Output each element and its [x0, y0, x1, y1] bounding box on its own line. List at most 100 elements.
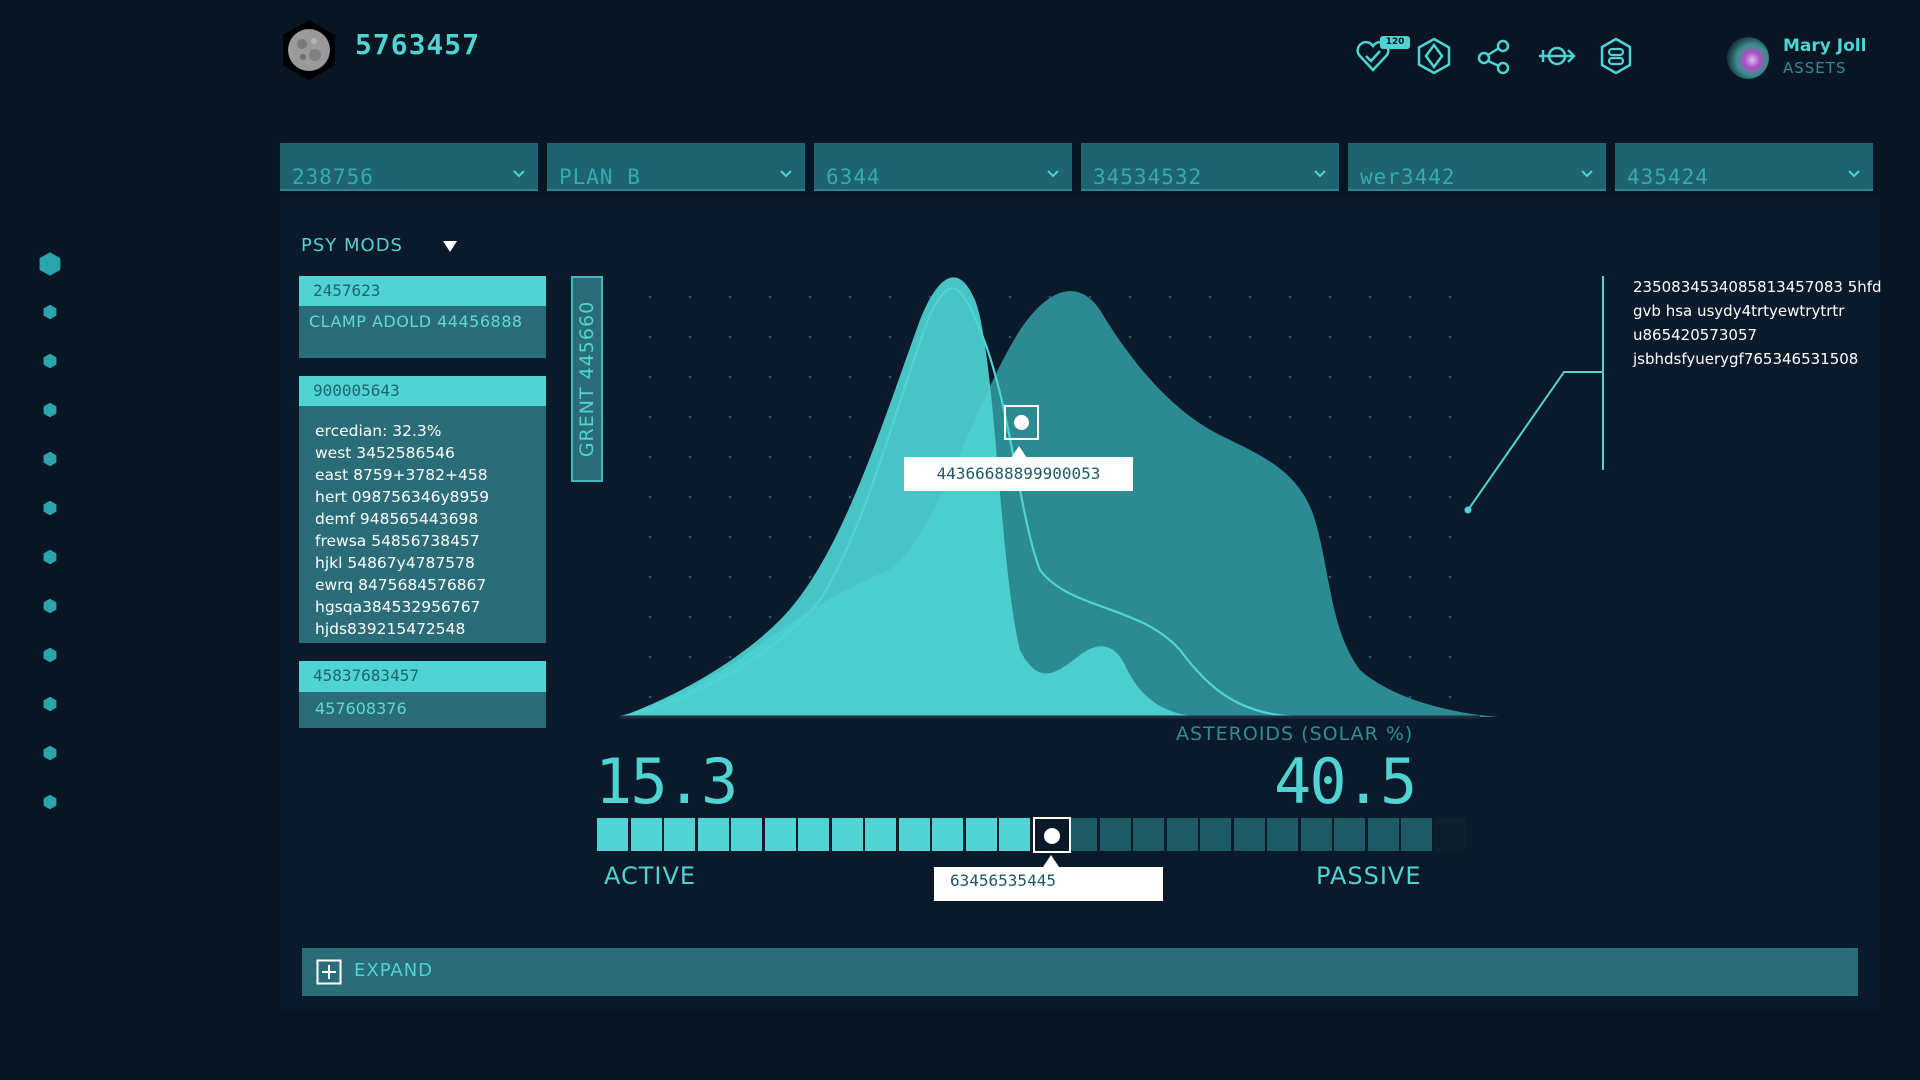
- stat-line: ewrq 8475684576867: [315, 576, 487, 594]
- slider-segment: [1133, 818, 1164, 851]
- mods-dropdown-label[interactable]: PSY MODS: [301, 235, 403, 256]
- stat-line: hert 098756346y8959: [315, 488, 490, 506]
- triangle-down-icon[interactable]: [442, 240, 458, 253]
- grid-dot: [1288, 375, 1292, 379]
- grid-dot: [808, 535, 812, 539]
- sidebar-item-5[interactable]: [42, 451, 58, 467]
- grid-dot: [688, 415, 692, 419]
- hexagon-icon: [39, 252, 61, 276]
- sidebar-item-10[interactable]: [42, 696, 58, 712]
- chart-point-marker[interactable]: [1004, 405, 1039, 440]
- range-slider-track[interactable]: [597, 818, 1467, 851]
- chevron-down-icon: [780, 170, 792, 178]
- stat-line: demf 948565443698: [315, 510, 479, 528]
- grid-dot: [768, 535, 772, 539]
- mod-card-1-header[interactable]: 2457623: [299, 276, 546, 306]
- grid-dot: [688, 575, 692, 579]
- grid-dot: [1328, 575, 1332, 579]
- filter-dropdown-2[interactable]: PLAN B: [547, 143, 805, 191]
- grid-dot: [648, 375, 652, 379]
- grid-dot: [728, 335, 732, 339]
- distribution-chart: [619, 277, 1500, 719]
- grid-dot: [888, 375, 892, 379]
- slider-tooltip: 63456535445: [934, 867, 1163, 901]
- grid-dot: [808, 415, 812, 419]
- grid-dot: [1408, 695, 1412, 699]
- hexagon-icon: [43, 402, 57, 418]
- slider-segment: [597, 818, 628, 851]
- grid-dot: [1448, 455, 1452, 459]
- grid-dot: [1288, 455, 1292, 459]
- grid-dot: [688, 375, 692, 379]
- grid-dot: [768, 615, 772, 619]
- expand-button[interactable]: EXPAND: [302, 948, 1858, 996]
- mod-card-3-body: 457608376: [299, 692, 546, 728]
- grid-dot: [648, 495, 652, 499]
- grid-dot: [1168, 375, 1172, 379]
- grid-dot: [728, 535, 732, 539]
- grid-dot: [1448, 495, 1452, 499]
- sidebar-item-11[interactable]: [42, 745, 58, 761]
- info-line: gvb hsa usydy4trtyewtrytrtr: [1633, 302, 1845, 320]
- grid-dot: [1408, 575, 1412, 579]
- mod-card-2-header[interactable]: 900005643: [299, 376, 546, 406]
- grid-dot: [768, 415, 772, 419]
- sidebar-item-6[interactable]: [42, 500, 58, 516]
- grid-dot: [1128, 295, 1132, 299]
- slider-segment: [764, 818, 796, 851]
- grid-dot: [1128, 335, 1132, 339]
- sidebar-item-9[interactable]: [42, 647, 58, 663]
- filter-value: 34534532: [1093, 165, 1203, 189]
- right-value: 40.5: [1274, 745, 1417, 818]
- arrow-target-icon[interactable]: [1537, 36, 1577, 76]
- grid-dot: [648, 535, 652, 539]
- notification-badge: 120: [1380, 36, 1410, 49]
- sidebar-item-1[interactable]: [37, 251, 63, 277]
- grid-dot: [648, 695, 652, 699]
- sidebar-item-12[interactable]: [42, 794, 58, 810]
- hexagon-icon: [43, 794, 57, 810]
- grid-dot: [1208, 335, 1212, 339]
- grid-dot: [1448, 335, 1452, 339]
- vertical-tag[interactable]: GRENT 445660: [571, 276, 603, 482]
- grid-dot: [1328, 455, 1332, 459]
- shield-icon[interactable]: [1596, 36, 1636, 76]
- sidebar-item-2[interactable]: [42, 304, 58, 320]
- grid-dot: [648, 655, 652, 659]
- grid-dot: [888, 295, 892, 299]
- grid-dot: [1448, 295, 1452, 299]
- avatar[interactable]: [1727, 37, 1769, 79]
- slider-segment: [1233, 818, 1265, 851]
- hexagon-diamond-icon[interactable]: [1414, 36, 1454, 76]
- grid-dot: [728, 295, 732, 299]
- slider-segment: [630, 818, 662, 851]
- range-slider-handle[interactable]: [1033, 817, 1071, 853]
- active-label: ACTIVE: [604, 862, 697, 890]
- mod-card-3-header[interactable]: 45837683457: [299, 661, 546, 692]
- filter-dropdown-1[interactable]: 238756: [280, 143, 538, 191]
- filter-dropdown-6[interactable]: 435424: [1615, 143, 1873, 191]
- grid-dot: [1368, 415, 1372, 419]
- slider-segment: [932, 818, 963, 851]
- grid-dot: [1448, 535, 1452, 539]
- filter-dropdown-4[interactable]: 34534532: [1081, 143, 1339, 191]
- grid-dot: [1408, 455, 1412, 459]
- grid-dot: [688, 495, 692, 499]
- filter-dropdown-3[interactable]: 6344: [814, 143, 1072, 191]
- grid-dot: [1328, 415, 1332, 419]
- grid-dot: [1328, 335, 1332, 339]
- user-name[interactable]: Mary Joll: [1783, 36, 1866, 56]
- share-icon[interactable]: [1474, 36, 1514, 76]
- sidebar-item-8[interactable]: [42, 598, 58, 614]
- slider-segment: [664, 818, 695, 851]
- sidebar-item-4[interactable]: [42, 402, 58, 418]
- chevron-down-icon: [513, 170, 525, 178]
- grid-dot: [1368, 295, 1372, 299]
- sidebar-item-7[interactable]: [42, 549, 58, 565]
- sidebar-item-3[interactable]: [42, 353, 58, 369]
- filter-value: 238756: [292, 165, 374, 189]
- filter-dropdown-5[interactable]: wer3442: [1348, 143, 1606, 191]
- grid-dot: [1248, 335, 1252, 339]
- grid-dot: [888, 335, 892, 339]
- chart-tooltip: 44366688899900053: [904, 457, 1133, 491]
